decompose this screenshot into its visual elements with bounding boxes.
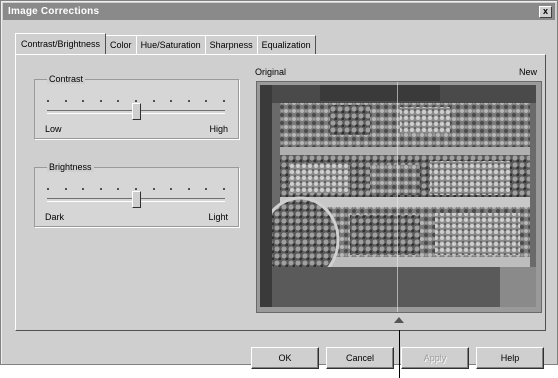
- contrast-slider-thumb[interactable]: [132, 103, 141, 120]
- image-corrections-dialog: Image Corrections x Contrast/Brightness …: [0, 0, 558, 369]
- close-button[interactable]: x: [539, 6, 552, 18]
- new-label: New: [519, 67, 538, 77]
- contrast-group: Contrast Low High: [34, 74, 239, 139]
- tab-strip: Contrast/Brightness Color Hue/Saturation…: [15, 33, 316, 55]
- tab-contrast-brightness[interactable]: Contrast/Brightness: [15, 33, 107, 54]
- brightness-light-label: Light: [208, 212, 228, 222]
- contrast-low-label: Low: [45, 124, 62, 134]
- brightness-dark-label: Dark: [45, 212, 65, 222]
- original-label: Original: [255, 67, 287, 77]
- tab-hue-saturation[interactable]: Hue/Saturation: [135, 35, 206, 54]
- help-button[interactable]: Help: [476, 347, 544, 369]
- image-preview: [256, 81, 542, 313]
- tab-sharpness[interactable]: Sharpness: [204, 35, 258, 54]
- cancel-button[interactable]: Cancel: [326, 347, 394, 369]
- split-handle-icon[interactable]: [394, 317, 404, 323]
- ok-button[interactable]: OK: [251, 347, 319, 369]
- close-icon: x: [542, 6, 548, 16]
- tab-equalization[interactable]: Equalization: [256, 35, 316, 54]
- split-divider: [397, 82, 398, 312]
- title-bar[interactable]: Image Corrections x: [3, 3, 555, 20]
- contrast-high-label: High: [209, 124, 228, 134]
- brightness-legend: Brightness: [47, 162, 94, 172]
- contrast-legend: Contrast: [47, 74, 86, 84]
- brightness-slider-thumb[interactable]: [132, 191, 141, 208]
- brightness-group: Brightness Dark Light: [34, 162, 239, 227]
- dialog-title: Image Corrections: [8, 6, 100, 17]
- apply-button[interactable]: Apply: [401, 347, 469, 369]
- preview-photo: [260, 85, 536, 307]
- tab-color[interactable]: Color: [105, 35, 137, 54]
- callout-line: [399, 330, 400, 378]
